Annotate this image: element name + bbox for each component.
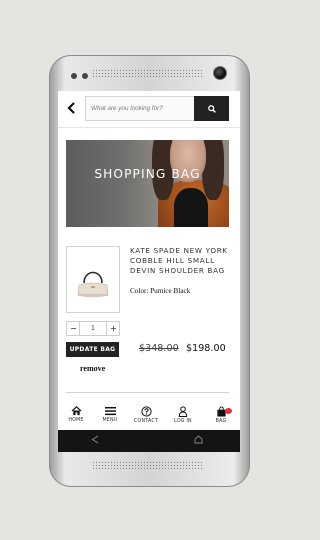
android-nav-bar: [58, 430, 240, 452]
original-price: $348.00: [139, 343, 179, 354]
page-title: SHOPPING BAG: [94, 167, 201, 181]
handbag-image: [77, 271, 109, 298]
sale-price: $198.00: [186, 343, 226, 354]
minus-icon: [70, 328, 76, 329]
hamburger-menu-icon: [104, 407, 116, 416]
bottom-tab-bar: HOME MENU CONTACT LOG IN BAG: [58, 404, 240, 430]
product-color: Color: Pumice Black: [130, 287, 191, 295]
tab-bag[interactable]: BAG: [203, 404, 239, 430]
front-camera: [213, 66, 227, 80]
user-icon: [178, 406, 188, 417]
quantity-value[interactable]: 1: [80, 325, 106, 332]
bag-count-badge: [225, 408, 232, 414]
quantity-stepper: 1: [66, 321, 120, 336]
product-name[interactable]: KATE SPADE NEW YORK COBBLE HILL SMALL DE…: [130, 246, 230, 277]
android-home-button[interactable]: [194, 434, 203, 447]
top-speaker-grille: [92, 69, 204, 79]
tab-menu[interactable]: MENU: [92, 404, 128, 430]
home-outline-icon: [194, 435, 203, 444]
back-triangle-icon: [91, 435, 99, 444]
tab-contact-label: CONTACT: [133, 419, 159, 424]
product-image[interactable]: [66, 246, 120, 313]
tab-menu-label: MENU: [102, 418, 118, 423]
tab-bag-label: BAG: [215, 419, 227, 424]
tab-login-label: LOG IN: [174, 419, 192, 424]
tab-home-label: HOME: [68, 418, 84, 423]
chevron-left-icon: [67, 102, 75, 114]
update-bag-button[interactable]: UPDATE BAG: [66, 342, 119, 357]
light-sensor: [82, 73, 88, 79]
bottom-speaker-grille: [92, 461, 204, 471]
search-input[interactable]: [85, 96, 194, 121]
proximity-sensor: [71, 73, 77, 79]
tab-login[interactable]: LOG IN: [165, 404, 201, 430]
tab-home[interactable]: HOME: [58, 404, 94, 430]
plus-icon: [110, 326, 116, 331]
cart-divider: [66, 392, 229, 393]
app-screen: SHOPPING BAG KATE SPADE NEW YORK COBBLE …: [58, 91, 240, 430]
hero-banner: SHOPPING BAG: [66, 140, 229, 227]
tab-contact[interactable]: CONTACT: [128, 404, 164, 430]
quantity-decrease-button[interactable]: [67, 322, 80, 335]
quantity-increase-button[interactable]: [106, 322, 119, 335]
header-divider: [58, 127, 240, 128]
search-button[interactable]: [194, 96, 229, 121]
help-circle-icon: [140, 406, 152, 417]
android-back-button[interactable]: [91, 434, 99, 447]
search-icon: [207, 104, 216, 113]
back-button[interactable]: [66, 102, 78, 116]
home-icon: [71, 406, 81, 416]
banner-photo-collar: [174, 188, 208, 227]
remove-link[interactable]: remove: [80, 364, 105, 373]
